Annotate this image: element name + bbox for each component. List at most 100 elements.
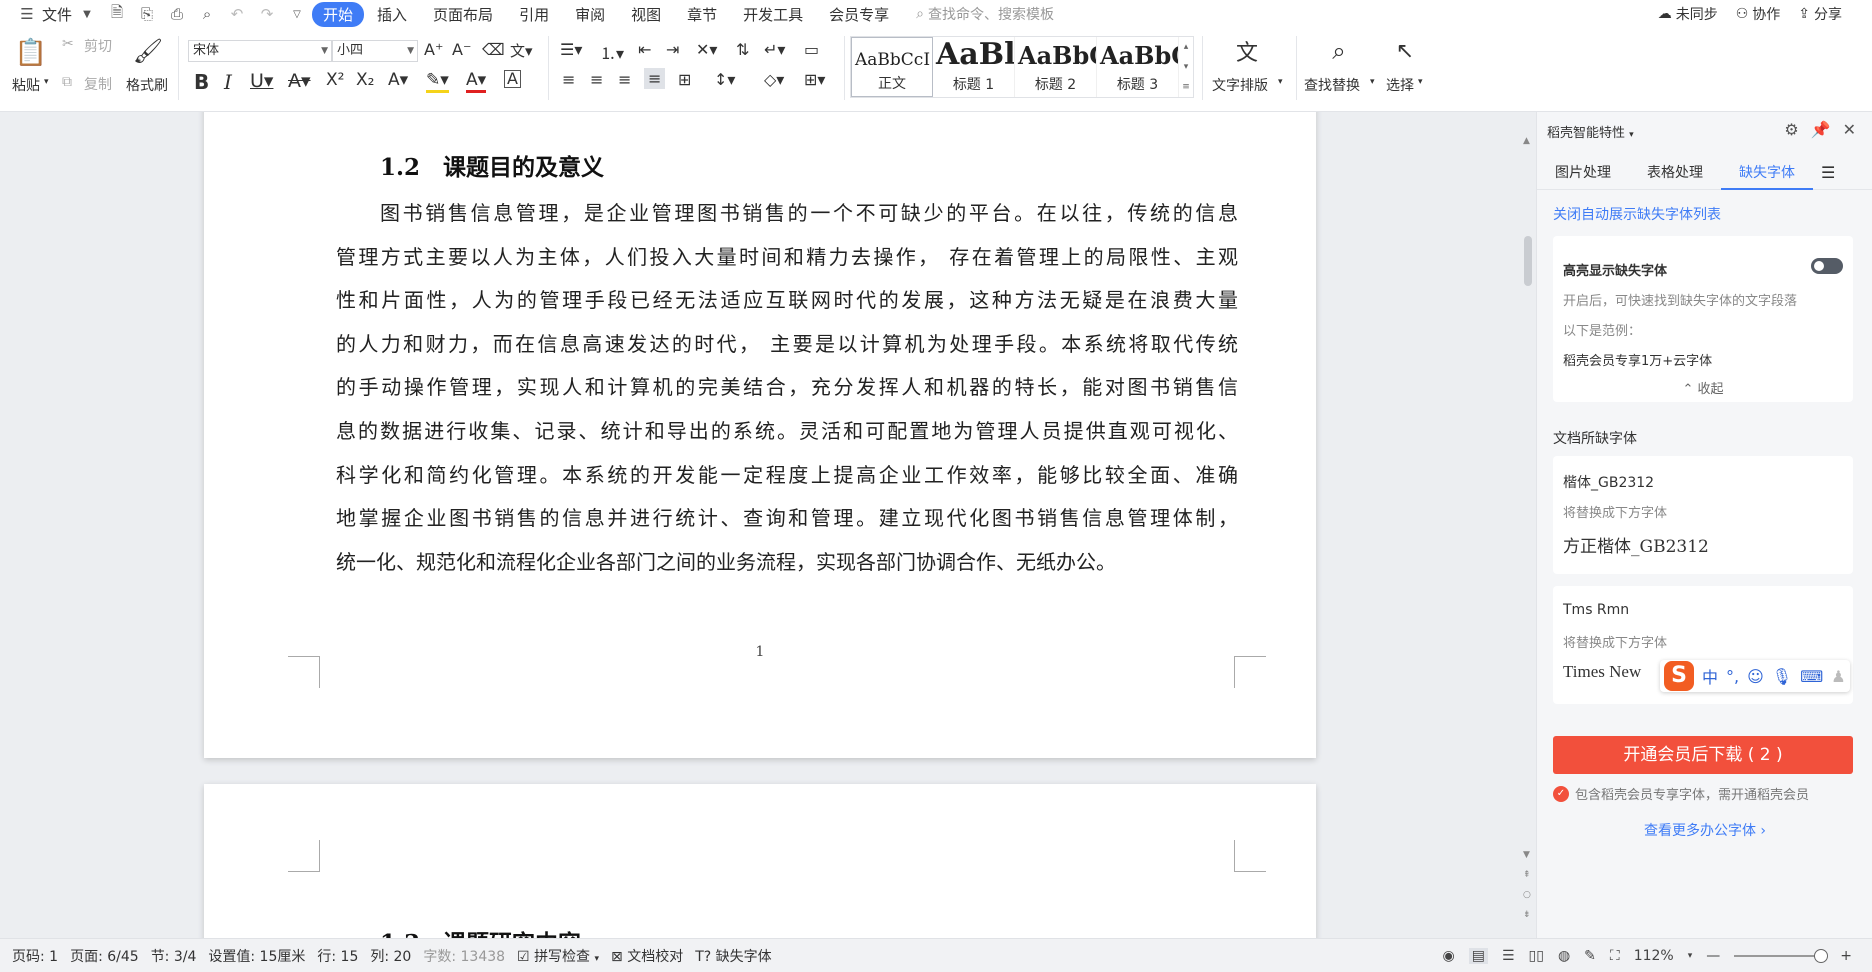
align-left-icon[interactable]: ≡ xyxy=(562,70,575,89)
highlight-toggle[interactable] xyxy=(1811,258,1843,274)
page-count[interactable]: 页面: 6/45 xyxy=(70,946,139,966)
customize-toolbar-icon[interactable]: ▽ xyxy=(286,3,308,25)
prev-page-icon[interactable]: ⇞ xyxy=(1523,870,1531,880)
scroll-down-icon[interactable]: ▼ xyxy=(1523,850,1530,860)
collapse-button[interactable]: ⌃ 收起 xyxy=(1553,378,1853,397)
scroll-up-icon[interactable]: ▲ xyxy=(1523,136,1530,146)
italic-icon[interactable]: I xyxy=(224,70,232,94)
font-size-select[interactable]: 小四 ▼ xyxy=(332,40,418,62)
underline-icon[interactable]: U▾ xyxy=(250,70,273,92)
tab-image-processing[interactable]: 图片处理 xyxy=(1537,156,1629,190)
sync-status[interactable]: ☁ 未同步 xyxy=(1658,4,1718,24)
tab-missing-fonts[interactable]: 缺失字体 xyxy=(1721,156,1813,190)
spell-check-button[interactable]: ☑ 拼写检查 ▾ xyxy=(517,946,599,966)
ime-toolbar[interactable]: S 中 °, ☺ 🎙 ⌨ ♟ xyxy=(1660,660,1850,692)
format-painter-icon[interactable]: 🖌 xyxy=(133,36,163,66)
word-count[interactable]: 字数: 13438 xyxy=(423,946,505,966)
copy-button[interactable]: 复制 xyxy=(84,74,112,94)
magnifier-icon[interactable]: ⌕ xyxy=(1324,36,1354,66)
paste-icon[interactable]: 📋 xyxy=(15,38,47,68)
section-count[interactable]: 节: 3/4 xyxy=(151,946,197,966)
menu-icon[interactable]: ☰ xyxy=(1813,156,1843,190)
show-marks-icon[interactable]: ↵▾ xyxy=(764,40,785,59)
style-normal[interactable]: AaBbCcI 正文 xyxy=(851,37,933,97)
tab-member[interactable]: 会员专享 xyxy=(816,4,902,25)
fit-page-icon[interactable]: ⛶ xyxy=(1610,948,1620,964)
skin-icon[interactable]: ♟ xyxy=(1831,667,1845,686)
tab-sections[interactable]: 章节 xyxy=(674,4,730,25)
chevron-down-icon[interactable]: ▾ xyxy=(1688,951,1693,961)
write-view-icon[interactable]: ✎ xyxy=(1584,948,1596,964)
browse-object-icon[interactable]: ○ xyxy=(1523,890,1531,900)
char-border-icon[interactable]: A xyxy=(504,70,521,88)
style-heading-2[interactable]: AaBbC 标题 2 xyxy=(1015,37,1097,97)
tab-review[interactable]: 审阅 xyxy=(562,4,618,25)
distribute-icon[interactable]: ⊞ xyxy=(678,70,691,89)
ime-punctuation[interactable]: °, xyxy=(1726,667,1739,686)
file-menu[interactable]: 文件 xyxy=(42,4,72,25)
tab-developer[interactable]: 开发工具 xyxy=(730,4,816,25)
highlight-icon[interactable]: ✎▾ xyxy=(426,70,449,93)
sort-icon[interactable]: ⇅ xyxy=(736,40,749,59)
font-color-icon[interactable]: A▾ xyxy=(466,70,487,93)
download-after-membership-button[interactable]: 开通会员后下载 ( 2 ) xyxy=(1553,736,1853,774)
grow-font-icon[interactable]: A⁺ xyxy=(424,40,443,59)
undo-icon[interactable]: ↶ xyxy=(226,3,248,25)
web-view-icon[interactable]: ◍ xyxy=(1558,948,1570,964)
scissors-icon[interactable]: ✂ xyxy=(62,36,74,52)
export-icon[interactable]: ⎘ xyxy=(136,3,158,25)
print-preview-icon[interactable]: ⌕ xyxy=(196,3,218,25)
tab-page-layout[interactable]: 页面布局 xyxy=(420,4,506,25)
command-search[interactable]: ⌕ 查找命令、搜索模板 xyxy=(916,4,1054,24)
save-icon[interactable]: 🗎 xyxy=(106,3,128,25)
missing-font-button[interactable]: T? 缺失字体 xyxy=(695,946,771,966)
panel-title[interactable]: 稻壳智能特性 ▾ xyxy=(1547,122,1634,141)
paste-button[interactable]: 粘贴 xyxy=(12,75,40,95)
format-painter-button[interactable]: 格式刷 xyxy=(126,75,168,95)
superscript-icon[interactable]: X² xyxy=(326,70,344,90)
page-code[interactable]: 页码: 1 xyxy=(12,946,58,966)
chinese-layout-icon[interactable]: ✕▾ xyxy=(696,40,717,59)
zoom-slider[interactable] xyxy=(1734,949,1829,963)
eye-protection-icon[interactable]: ◉ xyxy=(1443,948,1455,964)
cut-button[interactable]: 剪切 xyxy=(84,36,112,56)
proofread-button[interactable]: ⊠ 文档校对 xyxy=(611,946,683,966)
shading-icon[interactable]: ◇▾ xyxy=(764,70,784,89)
copy-icon[interactable]: ⧉ xyxy=(62,74,72,90)
keyboard-icon[interactable]: ⌨ xyxy=(1800,667,1823,686)
strikethrough-icon[interactable]: A▾ xyxy=(288,70,311,92)
text-layout-icon[interactable]: 文 xyxy=(1232,36,1262,66)
clear-format-icon[interactable]: ⌫ xyxy=(482,40,505,59)
ime-mode-chinese[interactable]: 中 xyxy=(1702,664,1718,688)
increase-indent-icon[interactable]: ⇥ xyxy=(666,40,679,59)
setting-value[interactable]: 设置值: 15厘米 xyxy=(208,946,305,966)
line-spacing-icon[interactable]: ↕▾ xyxy=(714,70,735,89)
select-button[interactable]: 选择 xyxy=(1386,75,1414,95)
settings-icon[interactable]: ⚙ xyxy=(1784,120,1798,139)
share-button[interactable]: ⇪ 分享 xyxy=(1798,4,1842,24)
microphone-icon[interactable]: 🎙 xyxy=(1772,667,1792,686)
align-center-icon[interactable]: ≡ xyxy=(590,70,603,89)
justify-icon[interactable]: ≡ xyxy=(644,68,666,89)
align-right-icon[interactable]: ≡ xyxy=(618,70,631,89)
close-icon[interactable]: ✕ xyxy=(1843,120,1856,139)
emoji-icon[interactable]: ☺ xyxy=(1747,667,1764,686)
font-name-select[interactable]: 宋体 ▼ xyxy=(188,40,332,62)
more-fonts-link[interactable]: 查看更多办公字体 › xyxy=(1537,820,1872,840)
vertical-scrollbar[interactable]: ▲ ▼ ⇞ ○ ⇟ xyxy=(1520,112,1536,938)
outline-view-icon[interactable]: ☰ xyxy=(1502,948,1515,964)
tab-insert[interactable]: 插入 xyxy=(364,4,420,25)
chevron-down-icon[interactable]: ▾ xyxy=(1370,77,1375,87)
tab-view[interactable]: 视图 xyxy=(618,4,674,25)
page[interactable]: 场需求分析，平台前端设计，后台设计，技术可行性分析，框架结合分析等。 1.2 课… xyxy=(204,112,1316,758)
style-heading-3[interactable]: AaBbC 标题 3 xyxy=(1097,37,1179,97)
chevron-down-icon[interactable]: ▾ xyxy=(1418,77,1423,87)
print-icon[interactable]: ⎙ xyxy=(166,3,188,25)
chevron-down-icon[interactable]: ▼ xyxy=(76,3,98,25)
subscript-icon[interactable]: X₂ xyxy=(356,70,374,90)
chevron-down-icon[interactable]: ▾ xyxy=(1278,77,1283,87)
document-area[interactable]: 场需求分析，平台前端设计，后台设计，技术可行性分析，框架结合分析等。 1.2 课… xyxy=(0,112,1520,938)
pin-icon[interactable]: 📌 xyxy=(1811,120,1831,139)
bullet-list-icon[interactable]: ☰▾ xyxy=(560,40,582,59)
reading-view-icon[interactable]: ▯▯ xyxy=(1529,948,1544,964)
